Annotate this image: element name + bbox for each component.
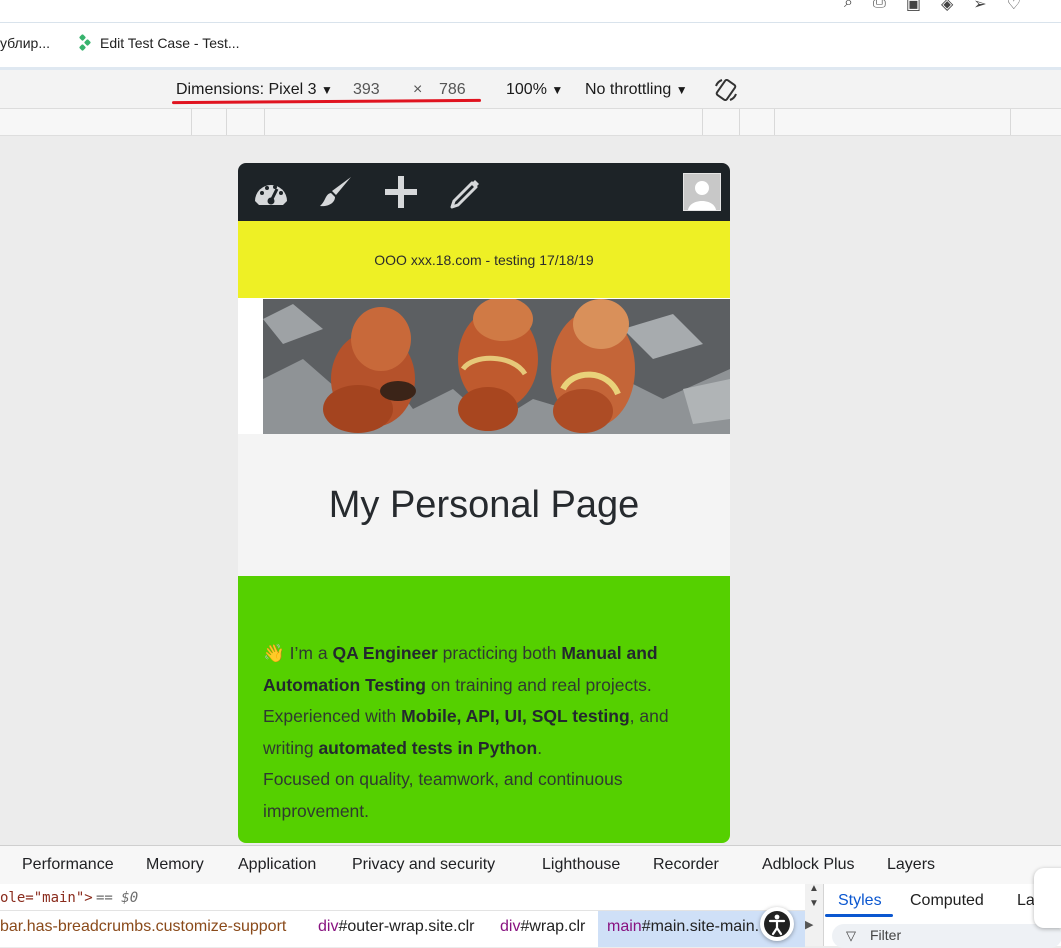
browser-top-strip: ⌕ ⎙ ▣ ◈ ➢ ♡ <box>0 0 1061 23</box>
breadcrumb-text: bar.has-breadcrumbs.customize-support <box>0 918 287 935</box>
breadcrumb-text: #main.site-main. <box>641 918 760 935</box>
page-title-area: My Personal Page <box>238 434 730 576</box>
avatar[interactable] <box>683 173 721 211</box>
tab-privacy-security[interactable]: Privacy and security <box>352 856 495 874</box>
bio-section: 👋 I’m a QA Engineer practicing both Manu… <box>238 576 730 843</box>
breadcrumb-tag: div <box>500 918 521 935</box>
share-icon[interactable]: ⎙ <box>873 0 886 14</box>
width-input[interactable]: 393 <box>353 81 380 99</box>
bio-text-part: Experienced with <box>263 706 402 727</box>
edit-pencil-icon[interactable] <box>448 175 484 209</box>
tab-adblock-plus[interactable]: Adblock Plus <box>762 856 855 874</box>
add-new-plus-icon[interactable] <box>383 175 419 209</box>
customize-brush-icon[interactable] <box>318 175 354 209</box>
tab-styles[interactable]: Styles <box>838 892 882 910</box>
device-viewport: OOO xxx.18.com - testing 17/18/19 My Per… <box>238 163 730 843</box>
tab-layers[interactable]: Layers <box>887 856 935 874</box>
browser-toolbar-icons: ⌕ ⎙ ▣ ◈ ➢ ♡ <box>844 0 1021 14</box>
breadcrumb: bar.has-breadcrumbs.customize-support di… <box>0 907 805 947</box>
ruler-tick <box>774 109 775 135</box>
ruler-tick <box>1010 109 1011 135</box>
device-select[interactable]: Dimensions: Pixel 3 ▼ <box>176 81 333 99</box>
bio-strong: QA Engineer <box>332 643 438 663</box>
breadcrumb-text: #outer-wrap.site.clr <box>338 918 475 935</box>
ruler-tick <box>226 109 227 135</box>
bookmark-item[interactable]: Edit Test Case - Test... <box>78 33 240 52</box>
throttling-select[interactable]: No throttling ▼ <box>585 81 688 99</box>
scrollbar[interactable]: ▲ ▼ ▶ <box>805 883 823 946</box>
zoom-select[interactable]: 100% ▼ <box>506 81 563 99</box>
device-toolbar: Dimensions: Pixel 3 ▼ 393 × 786 100% ▼ N… <box>0 70 1061 109</box>
ruler-tick <box>264 109 265 135</box>
send-icon[interactable]: ➢ <box>973 0 986 14</box>
chevron-down-icon: ▼ <box>675 83 688 97</box>
shield-icon[interactable]: ◈ <box>941 0 953 14</box>
rotate-icon[interactable] <box>713 77 739 108</box>
tab-performance[interactable]: Performance <box>22 856 114 874</box>
bio-text: 👋 I’m a QA Engineer practicing both Manu… <box>263 638 703 828</box>
wp-admin-toolbar <box>238 163 730 221</box>
bio-text-part: on training and real projects. <box>426 674 652 695</box>
announcement-banner: OOO xxx.18.com - testing 17/18/19 <box>238 221 730 298</box>
bookmark-item[interactable]: ублир... <box>0 35 50 51</box>
wave-emoji: 👋 <box>263 643 285 663</box>
scroll-down-icon[interactable]: ▼ <box>809 898 819 909</box>
page-title: My Personal Page <box>328 483 640 526</box>
header-image-kebabs <box>263 299 730 434</box>
bookmark-label: ублир... <box>0 35 50 51</box>
chevron-right-icon[interactable]: ▶ <box>805 918 813 931</box>
scroll-up-icon[interactable]: ▲ <box>809 883 819 894</box>
bookmark-label: Edit Test Case - Test... <box>100 35 240 51</box>
heart-icon[interactable]: ♡ <box>1007 0 1021 14</box>
tab-computed[interactable]: Computed <box>910 892 984 910</box>
breadcrumb-item[interactable]: bar.has-breadcrumbs.customize-support <box>0 918 286 936</box>
tab-layout[interactable]: La <box>1017 892 1035 910</box>
ruler-tick <box>191 109 192 135</box>
chevron-down-icon: ▼ <box>551 83 564 97</box>
code-attr: ole="main"> <box>0 890 93 906</box>
bio-strong: automated tests in Python <box>318 737 538 758</box>
tab-memory[interactable]: Memory <box>146 856 204 874</box>
device-label: Dimensions: Pixel 3 <box>176 81 317 98</box>
breadcrumb-item[interactable]: div#wrap.clr <box>500 918 585 936</box>
tab-lighthouse[interactable]: Lighthouse <box>542 856 620 874</box>
tab-application[interactable]: Application <box>238 856 316 874</box>
bio-text-part: I’m a <box>284 643 333 663</box>
zoom-label: 100% <box>506 81 547 98</box>
breadcrumb-item[interactable]: div#outer-wrap.site.clr <box>318 918 475 936</box>
search-icon[interactable]: ⌕ <box>844 0 853 14</box>
filter-placeholder: Filter <box>870 927 902 943</box>
dimension-separator: × <box>413 81 423 98</box>
breadcrumb-text: #wrap.clr <box>520 918 586 935</box>
testrail-icon <box>78 33 92 52</box>
breadcrumb-tag: div <box>318 918 339 935</box>
bio-text-part: Focused on quality, teamwork, and contin… <box>263 769 623 821</box>
styles-panel: Styles Computed La ▽ Filter <box>823 868 1061 948</box>
bookmarks-bar: ублир... Edit Test Case - Test... <box>0 23 1061 70</box>
extension-icon[interactable]: ▣ <box>906 0 921 14</box>
breadcrumb-tag: main <box>607 918 642 935</box>
elements-selected-node[interactable]: ole="main"> == $0 <box>0 884 805 910</box>
devtools-tab-bar: Performance Memory Application Privacy a… <box>0 845 1061 885</box>
bio-text-part: practicing both <box>437 643 562 663</box>
filter-icon: ▽ <box>846 928 856 943</box>
floating-side-button[interactable] <box>1034 868 1061 928</box>
bio-text-part: . <box>537 737 543 758</box>
dashboard-icon[interactable] <box>253 175 289 209</box>
code-dollar-zero: == $0 <box>96 890 139 906</box>
active-tab-indicator <box>825 914 893 917</box>
throttling-label: No throttling <box>585 81 672 98</box>
ruler-tick <box>702 109 703 135</box>
ruler-tick <box>739 109 740 135</box>
height-input[interactable]: 786 <box>439 81 466 99</box>
filter-input[interactable]: ▽ Filter <box>832 924 1061 948</box>
media-query-ruler <box>0 109 1061 136</box>
chevron-down-icon: ▼ <box>320 83 333 97</box>
accessibility-icon[interactable] <box>760 907 794 941</box>
bio-strong: Mobile, API, UI, SQL testing <box>401 706 630 727</box>
tab-recorder[interactable]: Recorder <box>653 856 719 874</box>
